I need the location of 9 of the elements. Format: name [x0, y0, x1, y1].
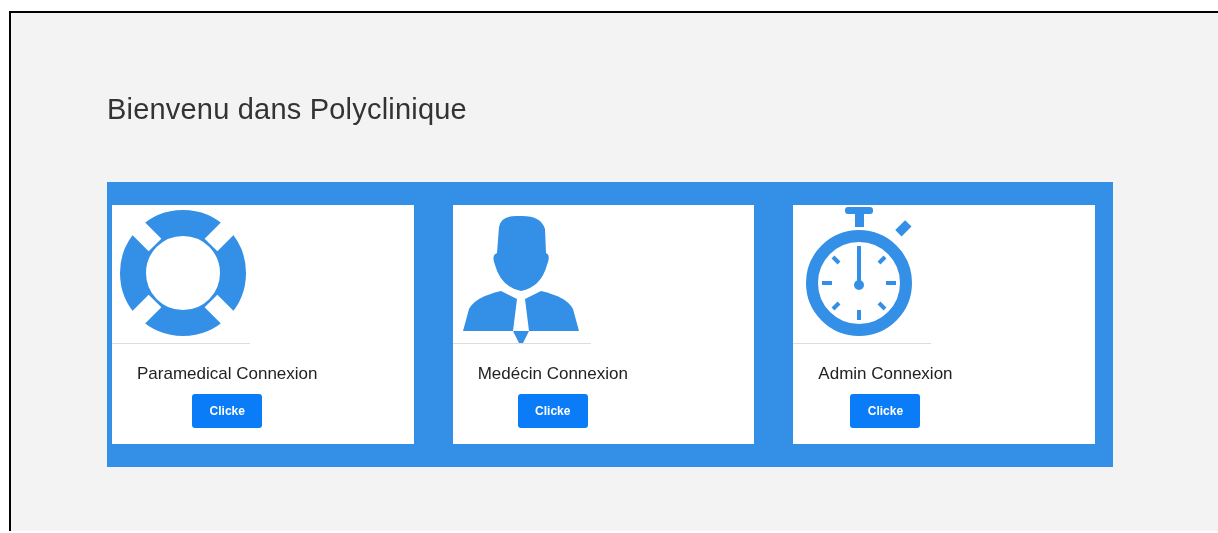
- clicke-button[interactable]: Clicke: [517, 394, 588, 428]
- card-label: Medécin Connexion: [477, 364, 628, 384]
- page-title: Bienvenu dans Polyclinique: [107, 93, 468, 126]
- clicke-button[interactable]: Clicke: [850, 394, 921, 428]
- card-label: Paramedical Connexion: [137, 364, 318, 384]
- clicke-button[interactable]: Clicke: [192, 394, 263, 428]
- person-icon: [460, 213, 581, 343]
- card-label: Admin Connexion: [818, 364, 953, 384]
- lifebuoy-icon: [119, 209, 247, 337]
